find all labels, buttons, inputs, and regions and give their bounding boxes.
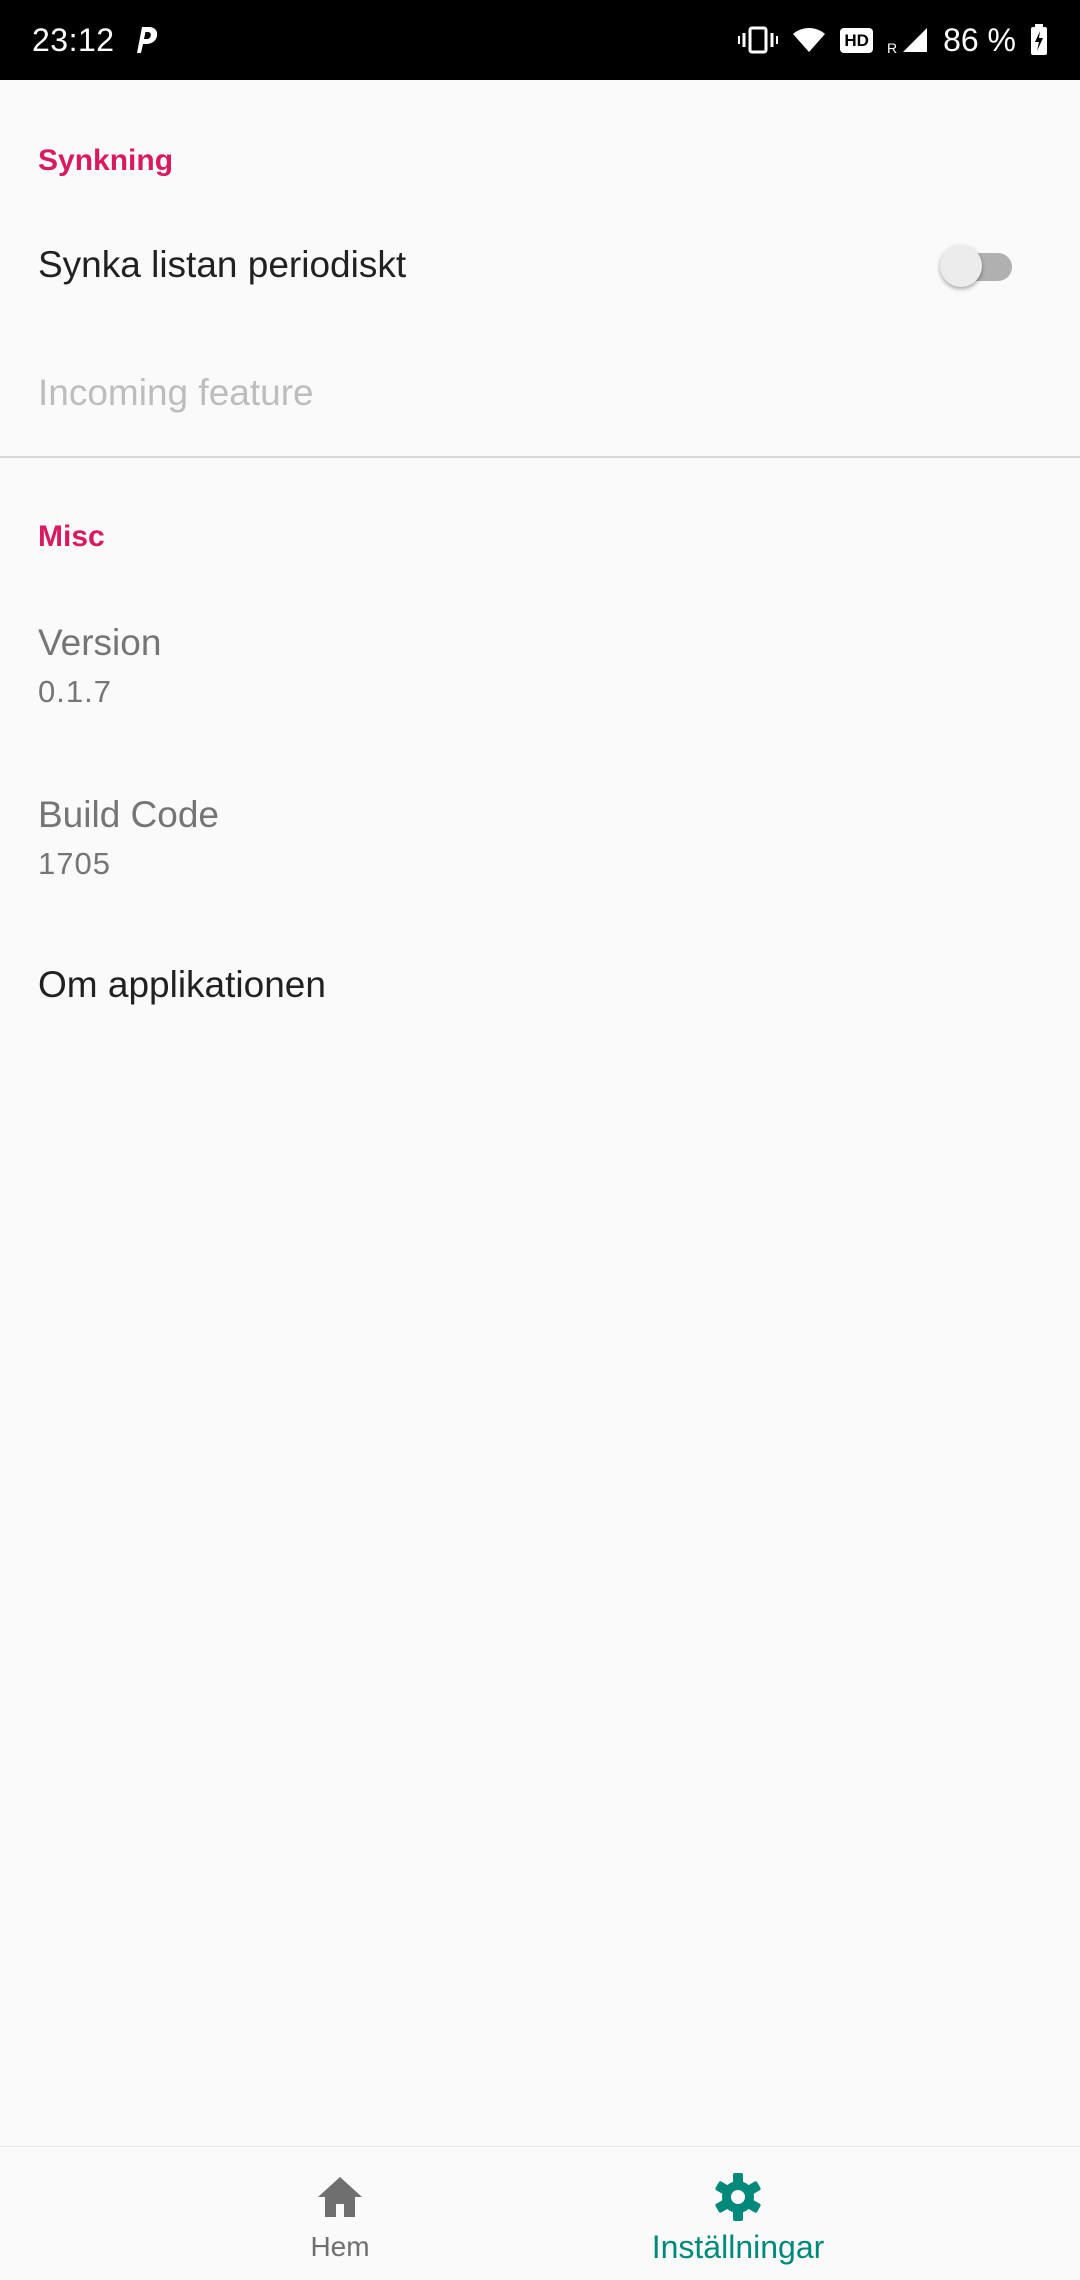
section-header-misc: Misc [38, 520, 105, 553]
nav-item-settings[interactable]: Inställningar [528, 2147, 948, 2280]
pref-version-value: 0.1.7 [38, 674, 112, 709]
pref-version-title: Version [38, 622, 162, 663]
pref-about-app-title: Om applikationen [38, 964, 326, 1005]
battery-charging-icon [1030, 24, 1048, 56]
status-bar: 23:12 HD R 86 % [0, 0, 1080, 80]
pref-version: Version 0.1.7 [0, 600, 1080, 730]
nav-item-home[interactable]: Hem [130, 2147, 550, 2280]
pref-incoming-feature-title: Incoming feature [38, 372, 314, 413]
battery-percent: 86 % [943, 21, 1016, 58]
nav-label-home: Hem [310, 2231, 370, 2262]
pref-build-code-value: 1705 [38, 846, 111, 881]
nav-label-settings: Inställningar [651, 2229, 825, 2265]
pref-build-code-title: Build Code [38, 794, 220, 835]
wifi-icon [792, 26, 826, 54]
home-icon [314, 2171, 366, 2223]
pref-about-app[interactable]: Om applikationen [0, 944, 1080, 1044]
sync-toggle-switch[interactable] [940, 243, 1016, 287]
status-time: 23:12 [32, 21, 115, 58]
pref-sync-periodically-title: Synka listan periodiskt [38, 244, 407, 285]
roaming-indicator: R [886, 39, 898, 56]
hd-icon: HD [840, 27, 873, 53]
settings-screen: 23:12 HD R 86 % Synkning Synka listan pe… [0, 0, 1080, 2280]
pref-build-code: Build Code 1705 [0, 772, 1080, 902]
section-header-sync: Synkning [38, 144, 174, 177]
bottom-navigation: Hem Inställningar [0, 2146, 1080, 2280]
section-divider [0, 456, 1080, 458]
pref-incoming-feature: Incoming feature [0, 350, 1080, 440]
p-icon [133, 25, 159, 55]
gear-icon [712, 2171, 764, 2223]
signal-icon [901, 26, 929, 54]
vibrate-icon [738, 25, 779, 55]
switch-thumb [940, 245, 982, 287]
pref-sync-periodically[interactable]: Synka listan periodiskt [0, 220, 1080, 320]
